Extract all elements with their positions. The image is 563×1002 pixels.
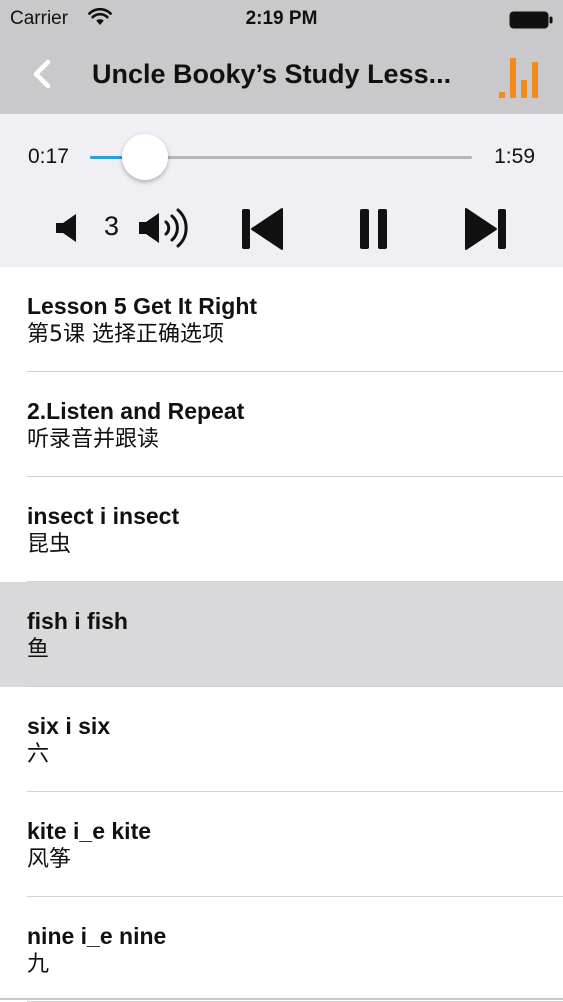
track-row[interactable]: 2.Listen and Repeat 听录音并跟读 (0, 372, 563, 477)
total-duration: 1:59 (494, 145, 535, 168)
volume-up-button[interactable] (137, 206, 191, 255)
track-subtitle: 第5课 选择正确选项 (27, 322, 224, 347)
track-row[interactable]: six i six 六 (0, 687, 563, 792)
track-subtitle: 听录音并跟读 (27, 427, 160, 452)
track-subtitle: 九 (27, 952, 50, 977)
volume-down-button[interactable] (54, 212, 80, 249)
track-row[interactable]: fish i fish 鱼 (0, 582, 563, 687)
elapsed-time: 0:17 (28, 145, 69, 168)
now-playing-button[interactable] (497, 54, 543, 100)
next-track-button[interactable] (462, 207, 508, 256)
page-title: Uncle Booky’s Study Less... (92, 59, 452, 89)
track-title: kite i_e kite (27, 818, 152, 844)
progress-slider[interactable] (90, 134, 472, 180)
track-list: Lesson 5 Get It Right 第5课 选择正确选项 2.Liste… (0, 267, 563, 1002)
chevron-left-icon (31, 59, 53, 94)
status-bar: Carrier 2:19 PM (0, 0, 563, 38)
skip-next-icon (462, 208, 508, 255)
track-row[interactable]: nine i_e nine 九 (0, 897, 563, 1002)
track-subtitle: 昆虫 (27, 532, 72, 557)
track-title: insect i insect (27, 503, 180, 529)
track-subtitle: 风筝 (27, 847, 72, 872)
battery-icon (509, 11, 553, 34)
progress-thumb[interactable] (121, 134, 168, 180)
speaker-high-icon (137, 208, 191, 254)
pause-icon (358, 209, 390, 255)
pause-button[interactable] (358, 207, 390, 256)
speaker-low-icon (54, 214, 80, 248)
track-row[interactable]: kite i_e kite 风筝 (0, 792, 563, 897)
volume-level: 3 (104, 211, 120, 241)
status-time: 2:19 PM (245, 8, 318, 29)
track-title: six i six (27, 713, 111, 739)
equalizer-icon (497, 58, 543, 104)
track-row[interactable]: insect i insect 昆虫 (0, 477, 563, 582)
track-title: fish i fish (27, 608, 128, 634)
navigation-bar: Uncle Booky’s Study Less... (0, 38, 563, 114)
track-subtitle: 六 (27, 742, 50, 767)
audio-player: 0:17 1:59 3 (0, 114, 563, 267)
track-subtitle: 鱼 (27, 637, 50, 662)
previous-track-button[interactable] (240, 207, 286, 256)
track-title: Lesson 5 Get It Right (27, 293, 258, 319)
track-title: nine i_e nine (27, 923, 167, 949)
track-title: 2.Listen and Repeat (27, 398, 245, 424)
track-row[interactable]: Lesson 5 Get It Right 第5课 选择正确选项 (0, 267, 563, 372)
skip-previous-icon (240, 208, 286, 255)
back-button[interactable] (22, 58, 62, 94)
